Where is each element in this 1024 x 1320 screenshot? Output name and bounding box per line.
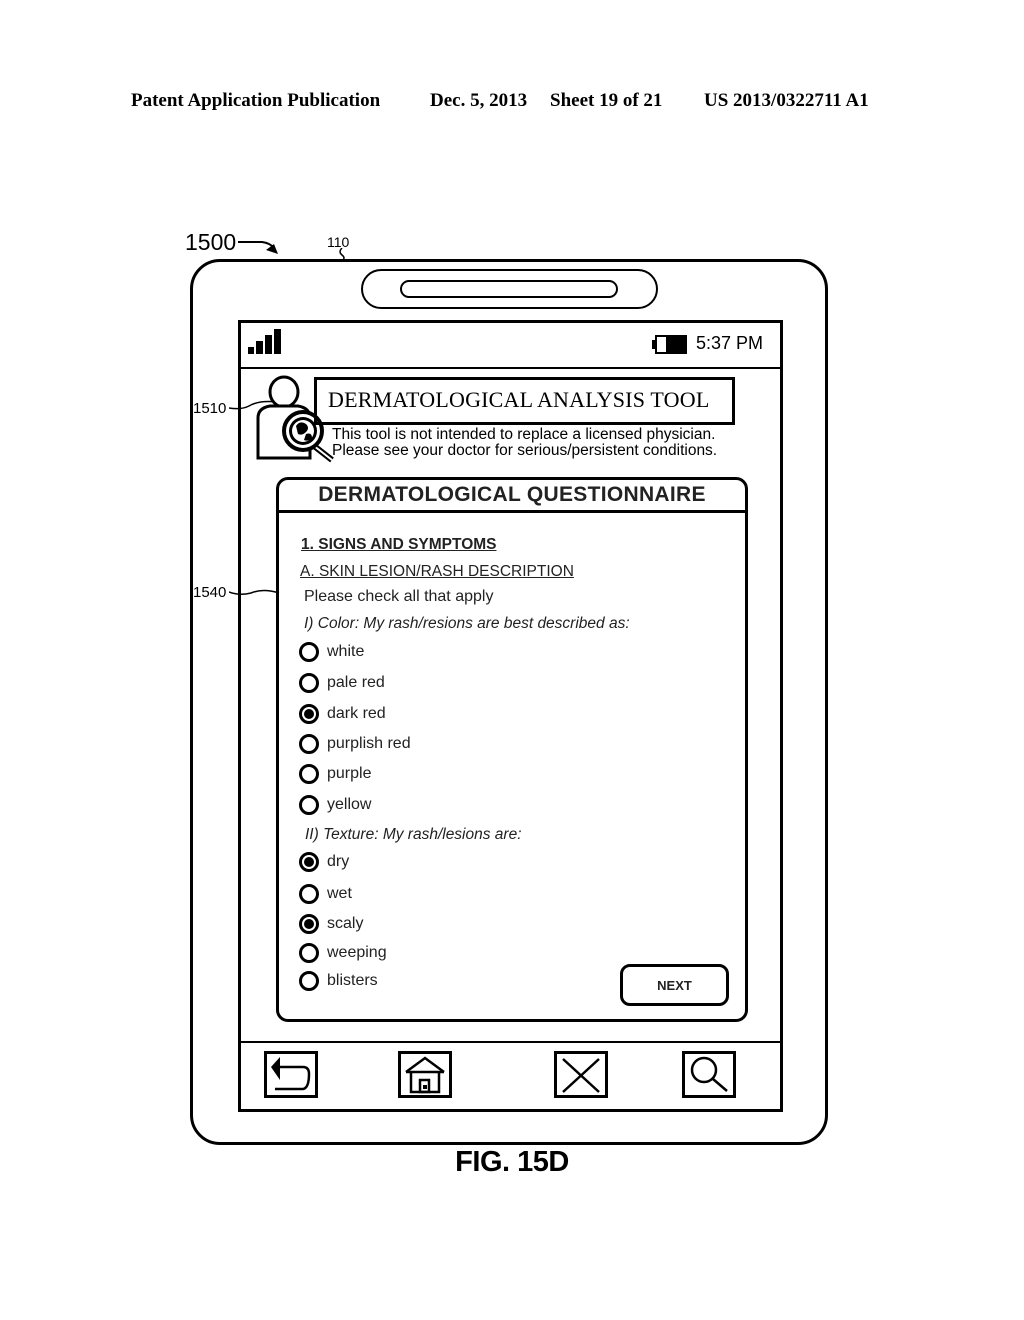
texture-option-scaly[interactable]: scaly — [299, 913, 363, 935]
radio-button[interactable] — [299, 764, 319, 784]
option-label: scaly — [327, 915, 364, 932]
app-title: DERMATOLOGICAL ANALYSIS TOOL — [328, 387, 710, 412]
search-icon — [690, 1056, 728, 1092]
option-label: weeping — [327, 944, 387, 961]
option-label: wet — [327, 885, 352, 902]
option-label: white — [327, 643, 365, 660]
texture-option-weeping[interactable]: weeping — [299, 942, 387, 964]
back-button[interactable] — [264, 1051, 318, 1098]
radio-button[interactable] — [299, 971, 319, 991]
questionnaire-title: DERMATOLOGICAL QUESTIONNAIRE — [318, 483, 706, 506]
texture-question: II) Texture: My rash/lesions are: — [305, 826, 522, 843]
color-question: I) Color: My rash/resions are best descr… — [304, 615, 630, 632]
section-heading: 1. SIGNS AND SYMPTOMS — [301, 536, 497, 553]
status-time: 5:37 PM — [696, 333, 764, 353]
radio-button[interactable] — [299, 642, 319, 662]
option-label: yellow — [327, 796, 372, 813]
close-icon — [562, 1058, 600, 1093]
speaker-slot — [400, 280, 618, 298]
publication-label: Patent Application Publication — [131, 90, 381, 111]
option-label: purple — [327, 765, 372, 782]
radio-button[interactable] — [299, 852, 319, 872]
ref-arrow-device — [238, 241, 278, 254]
back-arrow-icon — [271, 1057, 311, 1091]
color-option-white[interactable]: white — [299, 641, 364, 663]
subsection-heading: A. SKIN LESION/RASH DESCRIPTION — [300, 563, 574, 580]
publication-date: Dec. 5, 2013 — [430, 90, 528, 111]
color-option-purple[interactable]: purple — [299, 763, 371, 785]
nav-bar-divider — [238, 1041, 783, 1043]
option-label: dry — [327, 853, 350, 870]
home-button[interactable] — [398, 1051, 452, 1098]
color-option-pale-red[interactable]: pale red — [299, 672, 385, 694]
signal-bars-icon — [248, 329, 281, 354]
instruction-text: Please check all that apply — [304, 588, 494, 605]
next-button[interactable]: NEXT — [620, 964, 729, 1006]
radio-button[interactable] — [299, 673, 319, 693]
radio-button[interactable] — [299, 914, 319, 934]
color-option-dark-red[interactable]: dark red — [299, 703, 386, 725]
disclaimer-line-2: Please see your doctor for serious/persi… — [332, 442, 718, 459]
search-button[interactable] — [682, 1051, 736, 1098]
close-button[interactable] — [554, 1051, 608, 1098]
ref-label-device: 1500 — [185, 229, 237, 255]
texture-option-wet[interactable]: wet — [299, 883, 352, 905]
color-option-yellow[interactable]: yellow — [299, 794, 371, 816]
radio-button[interactable] — [299, 704, 319, 724]
option-label: dark red — [327, 705, 386, 722]
patent-number: US 2013/0322711 A1 — [704, 90, 869, 111]
color-option-purplish-red[interactable]: purplish red — [299, 733, 411, 755]
option-label: pale red — [327, 674, 385, 691]
figure-label: FIG. 15D — [455, 1146, 569, 1178]
questionnaire-title-divider — [276, 510, 748, 513]
home-icon — [405, 1056, 445, 1094]
texture-option-blisters[interactable]: blisters — [299, 970, 378, 992]
radio-button[interactable] — [299, 943, 319, 963]
battery-icon — [652, 335, 687, 354]
radio-button[interactable] — [299, 795, 319, 815]
sheet-number: Sheet 19 of 21 — [550, 90, 663, 111]
radio-button[interactable] — [299, 884, 319, 904]
status-bar-divider — [238, 367, 783, 369]
option-label: purplish red — [327, 735, 411, 752]
option-label: blisters — [327, 972, 378, 989]
texture-option-dry[interactable]: dry — [299, 851, 349, 873]
radio-button[interactable] — [299, 734, 319, 754]
